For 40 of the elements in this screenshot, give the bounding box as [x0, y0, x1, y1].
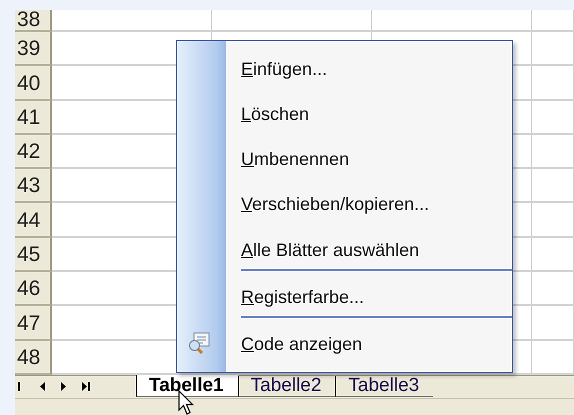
- table-cell[interactable]: [532, 306, 574, 341]
- table-cell[interactable]: [372, 10, 532, 32]
- row-number[interactable]: 40: [15, 66, 52, 101]
- menu-item[interactable]: Alle Blätter auswählen: [226, 232, 512, 278]
- table-cell[interactable]: [532, 10, 574, 32]
- table-cell[interactable]: [52, 10, 212, 32]
- table-cell[interactable]: [532, 66, 574, 101]
- sheet-tab[interactable]: Tabelle2: [238, 376, 336, 397]
- row-number[interactable]: 45: [15, 238, 52, 272]
- menu-item[interactable]: Registerfarbe...: [226, 280, 512, 325]
- table-cell[interactable]: [532, 134, 574, 170]
- menu-item[interactable]: Verschieben/kopieren...: [226, 187, 512, 233]
- previous-sheet-icon[interactable]: [40, 382, 45, 392]
- sheet-tab[interactable]: Tabelle3: [335, 376, 434, 397]
- row-number[interactable]: 38: [15, 10, 52, 32]
- magnifier-document-icon: [188, 332, 210, 354]
- menu-item[interactable]: Löschen: [226, 97, 512, 142]
- table-cell[interactable]: [532, 32, 574, 66]
- row-number[interactable]: 42: [15, 134, 52, 170]
- table-cell[interactable]: [532, 272, 574, 306]
- next-sheet-icon[interactable]: [61, 382, 66, 392]
- row-number[interactable]: 48: [15, 340, 52, 375]
- table-cell[interactable]: [532, 340, 574, 375]
- mouse-pointer-icon: [178, 390, 194, 415]
- last-sheet-icon[interactable]: [82, 382, 90, 392]
- table-cell[interactable]: [532, 169, 574, 204]
- table-cell[interactable]: [532, 100, 574, 135]
- table-cell[interactable]: [532, 203, 574, 238]
- table-cell[interactable]: [212, 10, 372, 32]
- row-number[interactable]: 41: [15, 100, 52, 135]
- row-number[interactable]: 44: [15, 203, 52, 238]
- menu-item[interactable]: Code anzeigen: [226, 326, 512, 372]
- menu-item[interactable]: Umbenennen: [226, 142, 512, 188]
- row-number[interactable]: 39: [15, 32, 52, 66]
- sheet-tab[interactable]: Tabelle1: [136, 374, 238, 397]
- row-number[interactable]: 47: [15, 306, 52, 341]
- table-cell[interactable]: [532, 238, 574, 272]
- menu-item[interactable]: Einfügen...: [226, 52, 512, 98]
- row-number[interactable]: 46: [15, 272, 52, 306]
- row-number[interactable]: 43: [15, 169, 52, 204]
